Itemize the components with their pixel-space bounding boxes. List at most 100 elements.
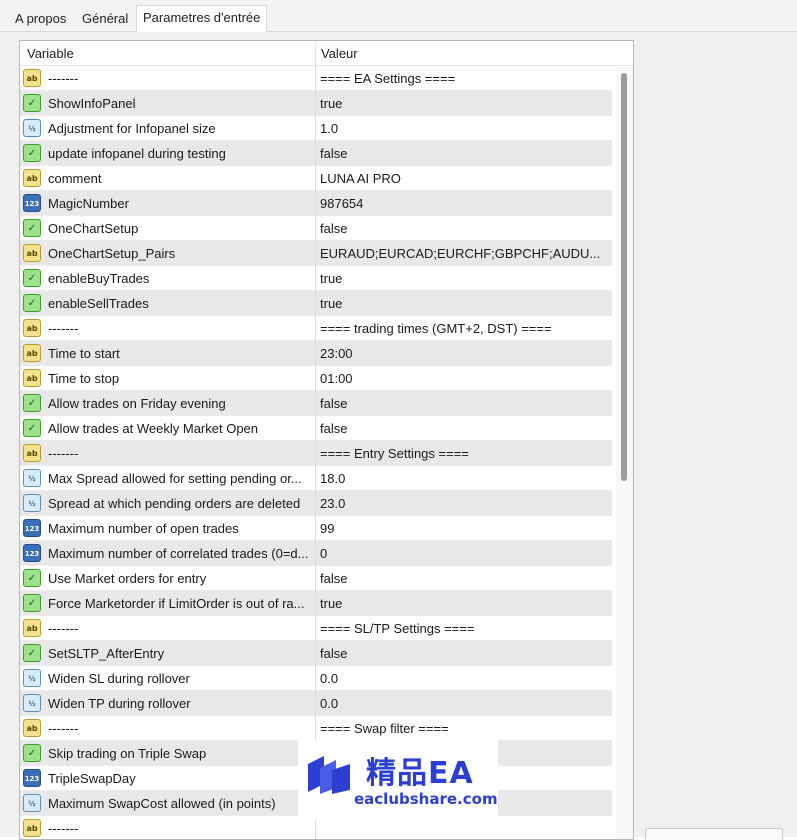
watermark-title: 精品EA: [366, 756, 474, 791]
column-divider[interactable]: [315, 41, 316, 66]
parameter-row[interactable]: ab ------- ==== trading times (GMT+2, DST)…: [20, 316, 612, 341]
parameter-value[interactable]: 0: [320, 541, 610, 566]
column-header-variable[interactable]: Variable: [27, 41, 74, 66]
parameter-name: Maximum number of open trades: [48, 521, 239, 536]
tab-general[interactable]: Général: [76, 8, 134, 32]
parameter-row[interactable]: ✓ SetSLTP_AfterEntry false: [20, 641, 612, 666]
parameter-row[interactable]: ab Time to stop 01:00: [20, 366, 612, 391]
parameter-name: OneChartSetup_Pairs: [48, 246, 176, 261]
parameter-name: Use Market orders for entry: [48, 571, 207, 586]
parameter-value[interactable]: ==== Entry Settings ====: [320, 441, 610, 466]
tab-about[interactable]: A propos: [9, 8, 72, 32]
cell-divider: [315, 466, 316, 491]
bool-type-icon: ✓: [23, 394, 41, 412]
parameter-name: comment: [48, 171, 102, 186]
parameter-name: Widen SL during rollover: [48, 671, 190, 686]
parameter-value[interactable]: EURAUD;EURCAD;EURCHF;GBPCHF;AUDU...: [320, 241, 610, 266]
bool-type-icon: ✓: [23, 294, 41, 312]
parameter-row[interactable]: ✓ enableSellTrades true: [20, 291, 612, 316]
cell-divider: [315, 391, 316, 416]
bool-type-icon: ✓: [23, 269, 41, 287]
string-type-icon: ab: [23, 69, 41, 87]
parameter-row[interactable]: ✓ OneChartSetup false: [20, 216, 612, 241]
parameter-row[interactable]: ½ Max Spread allowed for setting pending …: [20, 466, 612, 491]
parameter-row[interactable]: ✓ update infopanel during testing false: [20, 141, 612, 166]
string-type-icon: ab: [23, 619, 41, 637]
cell-divider: [315, 591, 316, 616]
parameter-name: TripleSwapDay: [48, 771, 136, 786]
parameter-row[interactable]: ½ Widen SL during rollover 0.0: [20, 666, 612, 691]
parameter-value[interactable]: 01:00: [320, 366, 610, 391]
string-type-icon: ab: [23, 319, 41, 337]
tab-input-parameters[interactable]: Parametres d'entrée: [136, 5, 268, 33]
parameter-value[interactable]: true: [320, 291, 610, 316]
parameter-value[interactable]: 1.0: [320, 116, 610, 141]
parameter-value[interactable]: true: [320, 591, 610, 616]
parameter-row[interactable]: ab Time to start 23:00: [20, 341, 612, 366]
scrollbar-thumb[interactable]: [621, 73, 627, 481]
parameter-value[interactable]: 23:00: [320, 341, 610, 366]
parameter-value[interactable]: 987654: [320, 191, 610, 216]
parameter-value[interactable]: false: [320, 566, 610, 591]
parameter-value[interactable]: false: [320, 141, 610, 166]
parameter-name: Allow trades at Weekly Market Open: [48, 421, 259, 436]
parameter-name: Time to stop: [48, 371, 120, 386]
parameter-row[interactable]: ab ------- ==== Swap filter ====: [20, 716, 612, 741]
parameter-name: -------: [48, 446, 79, 461]
parameter-row[interactable]: ab ------- ==== SL/TP Settings ====: [20, 616, 612, 641]
parameter-value[interactable]: 99: [320, 516, 610, 541]
parameter-row[interactable]: 123 MagicNumber 987654: [20, 191, 612, 216]
parameter-row[interactable]: ab OneChartSetup_Pairs EURAUD;EURCAD;EURCH…: [20, 241, 612, 266]
parameter-value[interactable]: 0.0: [320, 691, 610, 716]
parameter-value[interactable]: true: [320, 91, 610, 116]
parameter-value[interactable]: ==== EA Settings ====: [320, 66, 610, 91]
parameter-value[interactable]: false: [320, 641, 610, 666]
parameter-value[interactable]: LUNA AI PRO: [320, 166, 610, 191]
string-type-icon: ab: [23, 169, 41, 187]
tab-content: Variable Valeur ab ------- ==== EA Setting…: [0, 32, 797, 840]
parameter-row[interactable]: ½ Adjustment for Infopanel size 1.0: [20, 116, 612, 141]
dialog-button[interactable]: [645, 828, 783, 840]
parameter-row[interactable]: ✓ Allow trades at Weekly Market Open false: [20, 416, 612, 441]
bool-type-icon: ✓: [23, 644, 41, 662]
parameter-value[interactable]: ==== Swap filter ====: [320, 716, 610, 741]
parameter-value[interactable]: 0.0: [320, 666, 610, 691]
parameter-value[interactable]: false: [320, 391, 610, 416]
bool-type-icon: ✓: [23, 94, 41, 112]
cell-divider: [315, 66, 316, 91]
vertical-scrollbar[interactable]: [616, 67, 633, 839]
integer-type-icon: 123: [23, 519, 41, 537]
parameter-row[interactable]: 123 Maximum number of correlated trades (…: [20, 541, 612, 566]
parameter-name: enableBuyTrades: [48, 271, 150, 286]
parameter-value[interactable]: ==== SL/TP Settings ====: [320, 616, 610, 641]
parameter-row[interactable]: ab ------- ==== EA Settings ====: [20, 66, 612, 91]
parameter-value[interactable]: true: [320, 266, 610, 291]
parameter-row[interactable]: ½ Widen TP during rollover 0.0: [20, 691, 612, 716]
parameter-value[interactable]: 18.0: [320, 466, 610, 491]
cell-divider: [315, 541, 316, 566]
parameter-name: OneChartSetup: [48, 221, 139, 236]
parameter-value[interactable]: false: [320, 416, 610, 441]
parameter-row[interactable]: ✓ Allow trades on Friday evening false: [20, 391, 612, 416]
parameter-name: Adjustment for Infopanel size: [48, 121, 216, 136]
parameter-row[interactable]: ✓ enableBuyTrades true: [20, 266, 612, 291]
parameter-row[interactable]: ab comment LUNA AI PRO: [20, 166, 612, 191]
parameter-row[interactable]: ✓ Force Marketorder if LimitOrder is out …: [20, 591, 612, 616]
parameter-row[interactable]: ½ Spread at which pending orders are dele…: [20, 491, 612, 516]
parameter-value[interactable]: false: [320, 216, 610, 241]
double-type-icon: ½: [23, 119, 41, 137]
parameter-value[interactable]: 23.0: [320, 491, 610, 516]
parameter-name: -------: [48, 321, 79, 336]
parameter-value[interactable]: ==== trading times (GMT+2, DST) ====: [320, 316, 610, 341]
parameter-row[interactable]: 123 Maximum number of open trades 99: [20, 516, 612, 541]
parameter-row[interactable]: ✓ ShowInfoPanel true: [20, 91, 612, 116]
tab-bar: A propos Général Parametres d'entrée: [0, 0, 797, 33]
parameter-name: -------: [48, 721, 79, 736]
column-header-value[interactable]: Valeur: [321, 41, 358, 66]
parameter-row[interactable]: ✓ Use Market orders for entry false: [20, 566, 612, 591]
integer-type-icon: 123: [23, 769, 41, 787]
parameter-row[interactable]: ab ------- ==== Entry Settings ====: [20, 441, 612, 466]
cell-divider: [315, 291, 316, 316]
parameter-name: update infopanel during testing: [48, 146, 226, 161]
double-type-icon: ½: [23, 694, 41, 712]
